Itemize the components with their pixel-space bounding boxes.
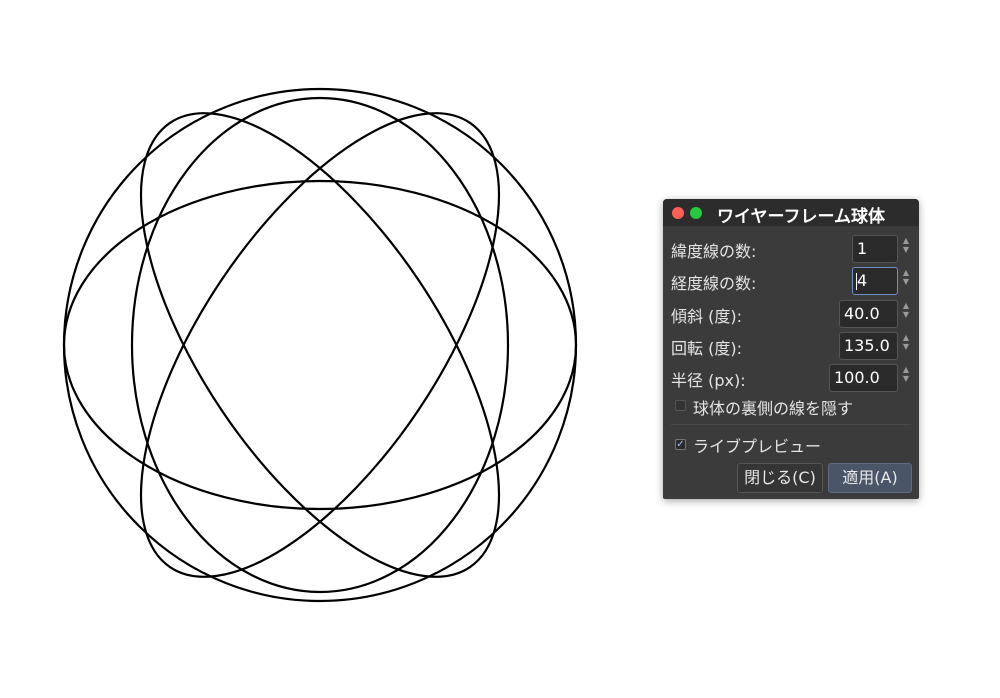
longitude-lines-row: 経度線の数: 4 ▲ ▼ — [663, 266, 919, 296]
latitude-lines-input[interactable]: 1 — [852, 235, 898, 263]
spin-up-icon[interactable]: ▲ — [901, 333, 911, 342]
latitude-lines-label: 緯度線の数: — [671, 242, 757, 261]
longitude-lines-value: 4 — [857, 271, 868, 290]
rotation-spinner[interactable]: ▲ ▼ — [901, 333, 911, 359]
spin-down-icon[interactable]: ▼ — [901, 277, 911, 286]
wireframe-sphere-dialog: ワイヤーフレーム球体 緯度線の数: 1 ▲ ▼ 経度線の数: 4 ▲ ▼ 傾斜 (度… — [663, 199, 919, 499]
maximize-window-icon[interactable] — [690, 207, 702, 219]
hide-back-lines-label[interactable]: 球体の裏側の線を隠す — [693, 395, 853, 419]
radius-label: 半径 (px): — [671, 371, 746, 390]
latitude-line-equator — [62, 179, 578, 511]
spin-up-icon[interactable]: ▲ — [901, 301, 911, 310]
radius-input[interactable]: 100.0 — [829, 364, 898, 392]
dialog-titlebar[interactable]: ワイヤーフレーム球体 — [663, 199, 919, 227]
longitude-lines-spinner[interactable]: ▲ ▼ — [901, 268, 911, 294]
longitude-line-3 — [139, 112, 501, 578]
radius-value: 100.0 — [834, 368, 880, 387]
rotation-label: 回転 (度): — [671, 339, 742, 358]
latitude-lines-row: 緯度線の数: 1 ▲ ▼ — [663, 234, 919, 264]
tilt-row: 傾斜 (度): 40.0 ▲ ▼ — [663, 299, 919, 329]
latitude-lines-value: 1 — [857, 239, 868, 258]
rotation-value: 135.0 — [844, 336, 890, 355]
tilt-spinner[interactable]: ▲ ▼ — [901, 301, 911, 327]
apply-button[interactable]: 適用(A) — [828, 463, 912, 493]
tilt-value: 40.0 — [844, 304, 880, 323]
close-window-icon[interactable] — [672, 207, 684, 219]
longitude-line-2 — [139, 112, 501, 578]
divider — [671, 424, 911, 425]
text-caret — [856, 273, 857, 290]
close-button[interactable]: 閉じる(C) — [737, 463, 823, 493]
rotation-input[interactable]: 135.0 — [839, 332, 898, 360]
spin-down-icon[interactable]: ▼ — [901, 245, 911, 254]
longitude-lines-label: 経度線の数: — [671, 274, 757, 293]
dialog-title: ワイヤーフレーム球体 — [717, 207, 885, 227]
spin-down-icon[interactable]: ▼ — [901, 342, 911, 351]
tilt-label: 傾斜 (度): — [671, 307, 742, 326]
spin-down-icon[interactable]: ▼ — [901, 374, 911, 383]
tilt-input[interactable]: 40.0 — [839, 300, 898, 328]
live-preview-checkbox[interactable]: ✓ — [675, 439, 686, 450]
hide-back-lines-checkbox[interactable] — [675, 400, 686, 411]
radius-spinner[interactable]: ▲ ▼ — [901, 365, 911, 391]
sphere-outline — [62, 87, 578, 603]
rotation-row: 回転 (度): 135.0 ▲ ▼ — [663, 331, 919, 361]
spin-down-icon[interactable]: ▼ — [901, 310, 911, 319]
spin-up-icon[interactable]: ▲ — [901, 268, 911, 277]
longitude-lines-input[interactable]: 4 — [852, 267, 898, 295]
radius-row: 半径 (px): 100.0 ▲ ▼ — [663, 363, 919, 393]
longitude-line-1 — [130, 96, 510, 594]
live-preview-label[interactable]: ライブプレビュー — [693, 433, 821, 457]
spin-up-icon[interactable]: ▲ — [901, 365, 911, 374]
latitude-lines-spinner[interactable]: ▲ ▼ — [901, 236, 911, 262]
spin-up-icon[interactable]: ▲ — [901, 236, 911, 245]
